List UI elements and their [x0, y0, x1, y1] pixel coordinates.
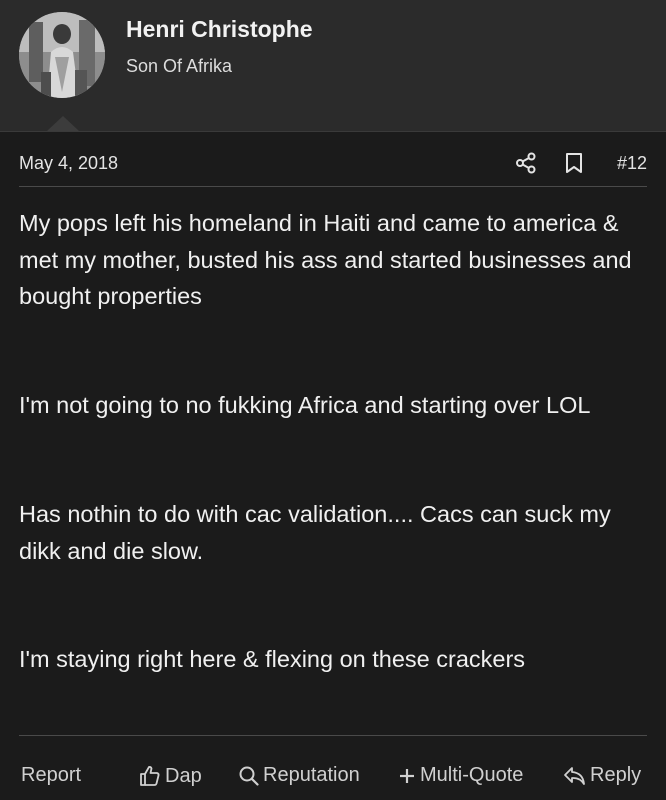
post-actions-bar: Report Dap Reputation Multi-Quote Reply: [0, 756, 666, 796]
reply-icon: [564, 766, 585, 785]
post-user-header: Henri Christophe Son Of Afrika: [0, 0, 666, 132]
post-paragraph: My pops left his homeland in Haiti and c…: [19, 210, 632, 309]
footer-divider: [19, 735, 647, 736]
post-paragraph: Has nothin to do with cac validation....…: [19, 501, 611, 564]
search-icon: [239, 766, 259, 786]
multi-quote-button[interactable]: Multi-Quote: [397, 764, 523, 787]
user-title: Son Of Afrika: [126, 56, 233, 76]
share-icon[interactable]: [515, 152, 537, 174]
bookmark-icon[interactable]: [564, 152, 584, 174]
dap-button[interactable]: Dap: [138, 764, 202, 788]
reply-label: Reply: [590, 764, 642, 786]
post-number-link[interactable]: #12: [617, 153, 647, 174]
avatar[interactable]: [19, 12, 105, 98]
post-meta-bar: May 4, 2018 #12: [0, 146, 666, 186]
reputation-button[interactable]: Reputation: [238, 764, 360, 787]
avatar-image: [19, 12, 105, 98]
plus-icon: [400, 768, 414, 783]
post-paragraph: I'm staying right here & flexing on thes…: [19, 646, 526, 672]
thumbs-up-icon: [140, 766, 160, 786]
multi-quote-label: Multi-Quote: [420, 764, 524, 786]
meta-divider: [19, 186, 647, 187]
reply-button[interactable]: Reply: [563, 764, 641, 787]
dap-label: Dap: [165, 764, 202, 787]
username[interactable]: Henri Christophe: [126, 16, 313, 43]
report-label: Report: [21, 764, 82, 786]
post-paragraph: I'm not going to no fukking Africa and s…: [19, 392, 591, 418]
post-date[interactable]: May 4, 2018: [19, 153, 118, 174]
header-pointer-arrow: [47, 116, 79, 131]
report-button[interactable]: Report: [21, 764, 81, 787]
reputation-label: Reputation: [263, 764, 360, 786]
